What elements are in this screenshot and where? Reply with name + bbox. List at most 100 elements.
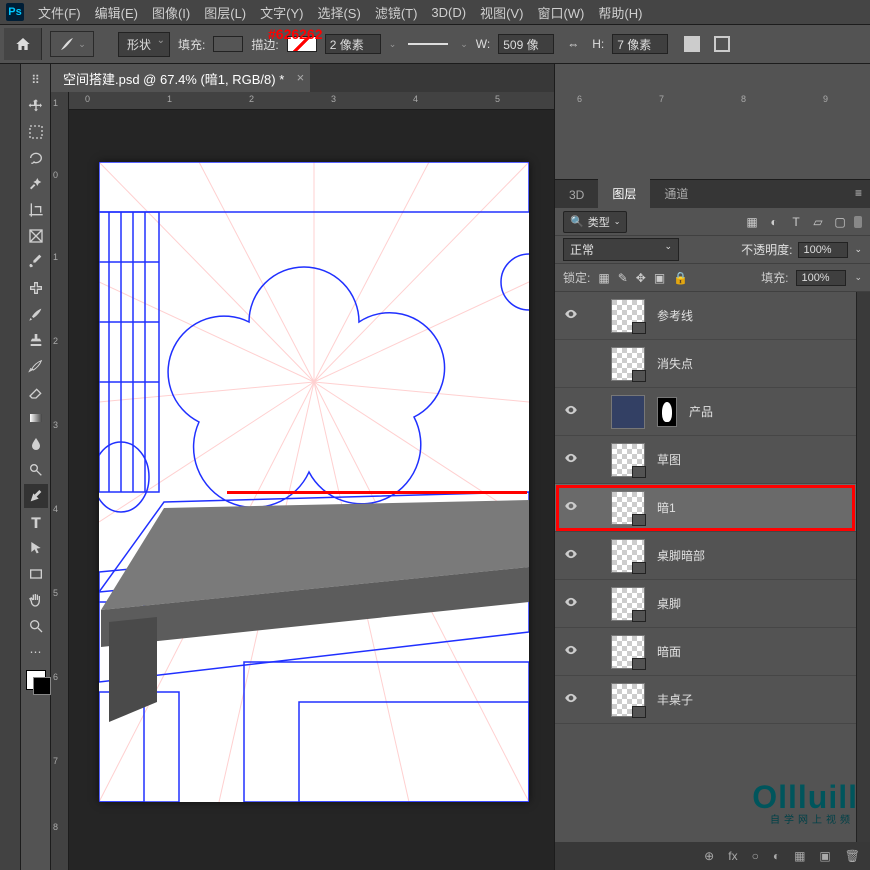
layer-thumbnail[interactable] (611, 347, 645, 381)
layer-row[interactable]: 暗1 (555, 484, 856, 532)
filter-toggle[interactable] (854, 216, 862, 228)
arrange-icon[interactable] (714, 36, 730, 52)
layer-thumbnail[interactable] (611, 683, 645, 717)
visibility-toggle[interactable] (557, 307, 585, 324)
hand-tool[interactable] (24, 588, 48, 612)
heal-tool[interactable] (24, 276, 48, 300)
shape-tool[interactable] (24, 562, 48, 586)
layer-name[interactable]: 暗1 (657, 499, 676, 516)
group-icon[interactable]: ▦ (794, 849, 805, 863)
marquee-tool[interactable] (24, 120, 48, 144)
close-icon[interactable]: × (297, 70, 305, 85)
menu-image[interactable]: 图像(I) (152, 3, 190, 22)
type-tool[interactable] (24, 510, 48, 534)
blend-mode-select[interactable]: 正常⌄ (563, 238, 679, 261)
align-icon[interactable] (684, 36, 700, 52)
layer-row[interactable]: 桌脚暗部 (555, 532, 856, 580)
edit-toolbar[interactable]: ⋯ (24, 640, 48, 664)
menu-window[interactable]: 窗口(W) (537, 3, 584, 22)
layer-name[interactable]: 桌脚 (657, 595, 681, 612)
visibility-toggle[interactable] (557, 595, 585, 612)
fill-swatch[interactable] (213, 36, 243, 52)
layer-thumbnail[interactable] (611, 491, 645, 525)
lock-paint-icon[interactable]: ✎ (618, 271, 628, 285)
stamp-tool[interactable] (24, 328, 48, 352)
document-tab[interactable]: 空间搭建.psd @ 67.4% (暗1, RGB/8) * × (51, 64, 310, 92)
mask-icon[interactable]: ○ (752, 849, 759, 863)
opacity-input[interactable] (798, 242, 848, 258)
gradient-tool[interactable] (24, 406, 48, 430)
layer-row[interactable]: 产品 (555, 388, 856, 436)
layer-row[interactable]: 参考线 (555, 292, 856, 340)
menu-help[interactable]: 帮助(H) (598, 3, 642, 22)
layer-row[interactable]: 桌脚 (555, 580, 856, 628)
layer-row[interactable]: 暗面 (555, 628, 856, 676)
layer-thumbnail[interactable] (611, 395, 645, 429)
layer-name[interactable]: 丰桌子 (657, 691, 693, 708)
move-tool[interactable] (24, 94, 48, 118)
visibility-toggle[interactable] (557, 451, 585, 468)
filter-smart-icon[interactable]: ▢ (832, 214, 848, 230)
frame-tool[interactable] (24, 224, 48, 248)
menu-3d[interactable]: 3D(D) (431, 5, 466, 20)
eyedropper-tool[interactable] (24, 250, 48, 274)
layer-row[interactable]: 丰桌子 (555, 676, 856, 724)
layer-thumbnail[interactable] (611, 587, 645, 621)
crop-tool[interactable] (24, 198, 48, 222)
adjustment-icon[interactable]: ◐ (773, 849, 780, 863)
layer-thumbnail[interactable] (611, 635, 645, 669)
fill-opacity-input[interactable] (796, 270, 846, 286)
link-icon[interactable]: ⇔ (562, 37, 584, 51)
menu-view[interactable]: 视图(V) (480, 3, 523, 22)
dodge-tool[interactable] (24, 458, 48, 482)
stroke-width-input[interactable] (325, 34, 381, 54)
fx-icon[interactable]: fx (728, 849, 737, 863)
vertical-ruler[interactable]: 1 0 1 2 3 4 5 6 7 8 (51, 92, 69, 870)
eraser-tool[interactable] (24, 380, 48, 404)
layer-filter-combo[interactable]: 🔍类型⌄ (563, 211, 627, 233)
history-brush-tool[interactable] (24, 354, 48, 378)
filter-type-icon[interactable]: T (788, 214, 804, 230)
zoom-tool[interactable] (24, 614, 48, 638)
tab-channels[interactable]: 通道 (650, 179, 702, 208)
layer-name[interactable]: 草图 (657, 451, 681, 468)
visibility-toggle[interactable] (557, 499, 585, 516)
filter-shape-icon[interactable]: ▱ (810, 214, 826, 230)
tool-preset[interactable]: ⌄ (50, 31, 94, 57)
layer-row[interactable]: 草图 (555, 436, 856, 484)
blur-tool[interactable] (24, 432, 48, 456)
layers-scrollbar[interactable] (856, 292, 870, 842)
lock-transparent-icon[interactable]: ▦ (598, 271, 609, 285)
menu-type[interactable]: 文字(Y) (260, 3, 303, 22)
layer-thumbnail[interactable] (611, 539, 645, 573)
brush-tool[interactable] (24, 302, 48, 326)
layer-name[interactable]: 参考线 (657, 307, 693, 324)
filter-pixel-icon[interactable]: ▦ (744, 214, 760, 230)
menu-filter[interactable]: 滤镜(T) (375, 3, 418, 22)
layer-name[interactable]: 暗面 (657, 643, 681, 660)
filter-adjust-icon[interactable]: ◐ (766, 214, 782, 230)
height-input[interactable] (612, 34, 668, 54)
pen-tool[interactable] (24, 484, 48, 508)
wand-tool[interactable] (24, 172, 48, 196)
tab-3d[interactable]: 3D (555, 182, 598, 208)
visibility-toggle[interactable] (557, 547, 585, 564)
panel-menu-icon[interactable]: ≡ (855, 186, 862, 200)
layer-thumbnail[interactable] (611, 443, 645, 477)
lock-position-icon[interactable]: ✥ (636, 271, 646, 285)
tab-layers[interactable]: 图层 (598, 179, 650, 208)
layer-name[interactable]: 桌脚暗部 (657, 547, 705, 564)
link-layers-icon[interactable]: ⊕ (704, 849, 714, 863)
path-select-tool[interactable] (24, 536, 48, 560)
layer-thumbnail[interactable] (611, 299, 645, 333)
new-layer-icon[interactable]: ▣ (819, 849, 830, 863)
lock-all-icon[interactable]: 🔒 (673, 271, 688, 285)
menu-select[interactable]: 选择(S) (317, 3, 360, 22)
home-button[interactable] (4, 28, 42, 60)
lasso-tool[interactable] (24, 146, 48, 170)
visibility-toggle[interactable] (557, 643, 585, 660)
layers-list[interactable]: 参考线 消失点 产品 草图 暗1 桌脚暗部 桌脚 暗面 丰桌子 (555, 292, 856, 842)
trash-icon[interactable]: 🗑 (845, 849, 860, 863)
menu-layer[interactable]: 图层(L) (204, 3, 246, 22)
width-input[interactable] (498, 34, 554, 54)
